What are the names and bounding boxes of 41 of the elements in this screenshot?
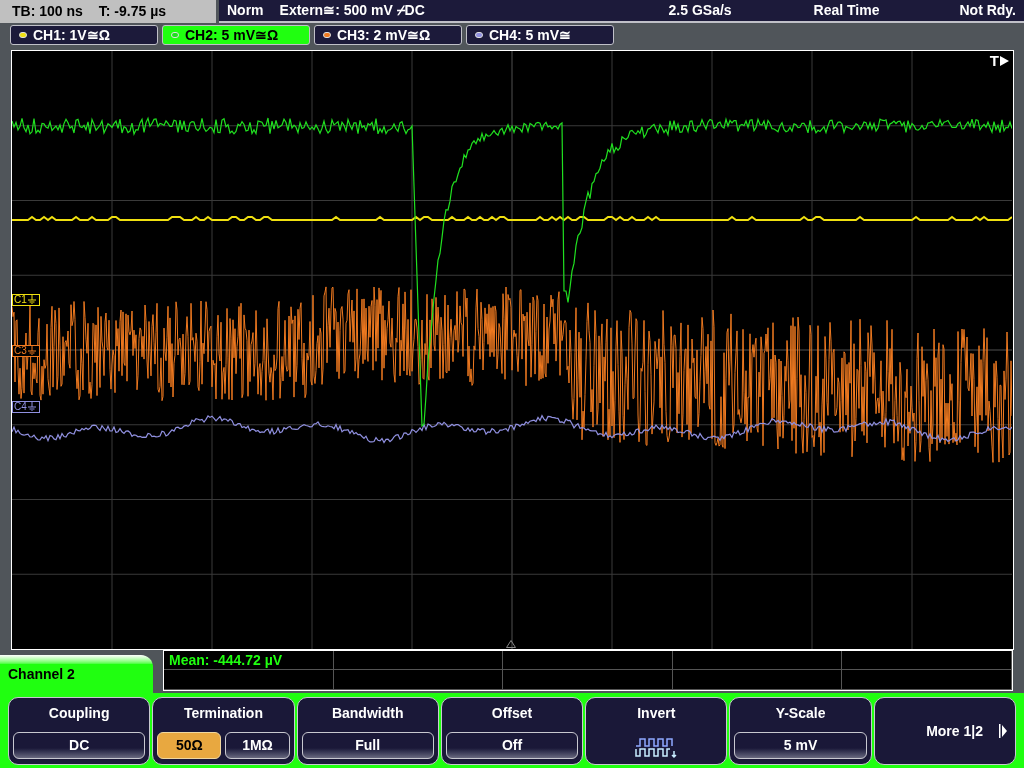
channel-tab[interactable]: CH2: 5 mV≅Ω [162, 25, 310, 45]
play-icon [998, 724, 1007, 738]
softkey-title: Y-Scale [774, 704, 827, 723]
menu-title: Channel 2 [8, 664, 75, 684]
marker-label: C1 [14, 294, 27, 305]
value-button[interactable]: 5 mV [734, 732, 867, 759]
trigger-label: T [989, 52, 999, 69]
measurement-text: Mean: -444.72 µV [169, 650, 283, 670]
value-button[interactable]: DC [13, 732, 146, 759]
softkey-panel[interactable]: Bandwidth Full [296, 697, 439, 765]
more-label: More 1|2 [926, 721, 983, 741]
marker-label: C4 [14, 401, 27, 412]
softkey-title: Bandwidth [330, 704, 405, 723]
softkey-panel[interactable]: Coupling DC [8, 697, 151, 765]
softkey-panel[interactable]: Invert [585, 697, 728, 765]
softkey-title: Termination [182, 704, 264, 723]
square-wave-icon [635, 737, 678, 759]
timebase-text: TB: 100 ns [12, 2, 83, 21]
option-button[interactable]: 1MΩ [225, 732, 290, 759]
value-button[interactable]: Off [445, 732, 579, 759]
trigger-mode-text: Norm [227, 1, 264, 20]
more-softkey[interactable]: More 1|2 [873, 697, 1016, 765]
softkey-title: Offset [490, 704, 534, 723]
softkey-panel[interactable]: Offset Off [440, 697, 584, 765]
softkey-panel[interactable]: Y-Scale 5 mV [729, 697, 872, 765]
play-icon [1000, 55, 1009, 66]
softkey-title: Invert [636, 704, 677, 723]
state-text: Not Rdy. [959, 1, 1016, 20]
triangle-icon [506, 639, 516, 648]
option-button[interactable]: 50Ω [157, 732, 222, 759]
softkey-title: Coupling [47, 704, 111, 723]
channel-tab[interactable]: CH1: 1V≅Ω [10, 25, 158, 45]
marker-label: C3 [14, 345, 27, 356]
trigger-source-text: Extern≅: 500 mV ⌿DC [279, 1, 425, 20]
channel-tab[interactable]: CH3: 2 mV≅Ω [314, 25, 462, 45]
trigger-time-text: T: -9.75 µs [98, 2, 167, 21]
channel-tab[interactable]: CH4: 5 mV≅ [466, 25, 614, 45]
sample-rate-text: 2.5 GSa/s [668, 1, 732, 20]
acquisition-text: Real Time [813, 1, 880, 20]
softkey-panel[interactable]: Termination 50Ω 1MΩ [152, 697, 295, 765]
value-button[interactable]: Full [301, 732, 434, 759]
